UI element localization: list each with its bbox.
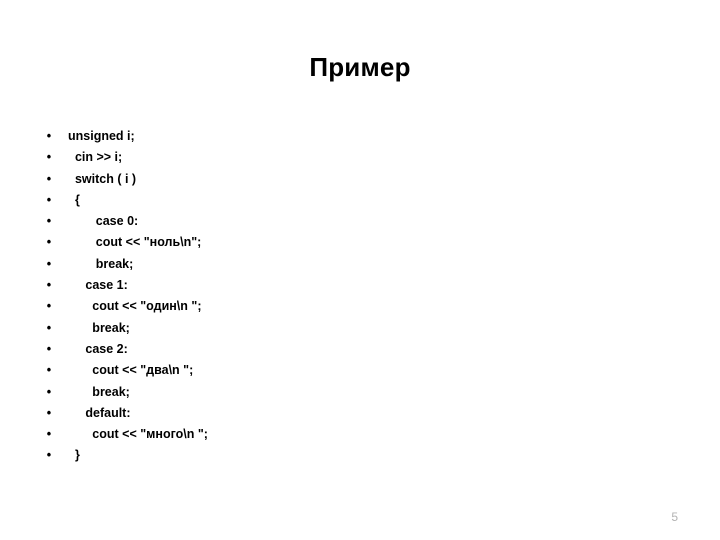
list-item: • break; xyxy=(40,318,600,339)
list-item: • cout << "один\n "; xyxy=(40,296,600,317)
bullet-icon: • xyxy=(46,150,52,165)
bullet-icon: • xyxy=(46,363,52,378)
code-bullet-list: • unsigned i; • cin >> i; • switch ( i ) • {… xyxy=(40,126,600,467)
code-line-text: cout << "много\n "; xyxy=(68,427,208,442)
code-line-text: break; xyxy=(68,256,134,271)
code-line-text: case 0: xyxy=(68,214,139,229)
bullet-icon: • xyxy=(46,214,52,229)
code-line-text: switch ( i ) xyxy=(68,171,137,186)
list-item: • } xyxy=(40,445,600,466)
bullet-icon: • xyxy=(46,278,52,293)
code-line-text: break; xyxy=(68,320,130,335)
code-line-text: cout << "один\n "; xyxy=(68,299,202,314)
code-line-text: unsigned i; xyxy=(68,129,135,143)
bullet-icon: • xyxy=(46,320,52,335)
list-item: • case 0: xyxy=(40,211,600,232)
code-line-text: cout << "ноль\n"; xyxy=(68,235,202,250)
list-item: • { xyxy=(40,190,600,211)
bullet-icon: • xyxy=(46,299,52,314)
slide-canvas: Пример • unsigned i; • cin >> i; • switch (… xyxy=(0,0,720,540)
bullet-icon: • xyxy=(46,171,52,186)
page-title: Пример xyxy=(309,52,411,82)
list-item: • break; xyxy=(40,254,600,275)
code-line-text: case 2: xyxy=(68,341,128,356)
code-line-text: default: xyxy=(68,405,131,420)
bullet-icon: • xyxy=(46,427,52,442)
page-number: 5 xyxy=(671,510,678,524)
list-item: • default: xyxy=(40,403,600,424)
bullet-icon: • xyxy=(46,129,52,143)
code-line-text: { xyxy=(68,192,80,207)
list-item: • unsigned i; xyxy=(40,126,600,147)
list-item: • switch ( i ) xyxy=(40,169,600,190)
code-line-text: cout << "два\n "; xyxy=(68,363,194,378)
list-item: • case 1: xyxy=(40,275,600,296)
code-line-text: } xyxy=(68,448,80,463)
bullet-icon: • xyxy=(46,235,52,250)
list-item: • cin >> i; xyxy=(40,147,600,168)
bullet-icon: • xyxy=(46,192,52,207)
bullet-icon: • xyxy=(46,405,52,420)
list-item: • cout << "ноль\n"; xyxy=(40,232,600,253)
bullet-icon: • xyxy=(46,448,52,463)
bullet-icon: • xyxy=(46,256,52,271)
list-item: • cout << "много\n "; xyxy=(40,424,600,445)
bullet-icon: • xyxy=(46,341,52,356)
list-item: • break; xyxy=(40,382,600,403)
list-item: • cout << "два\n "; xyxy=(40,360,600,381)
code-line-text: cin >> i; xyxy=(68,150,123,165)
bullet-icon: • xyxy=(46,384,52,399)
code-line-text: case 1: xyxy=(68,278,128,293)
list-item: • case 2: xyxy=(40,339,600,360)
code-line-text: break; xyxy=(68,384,130,399)
